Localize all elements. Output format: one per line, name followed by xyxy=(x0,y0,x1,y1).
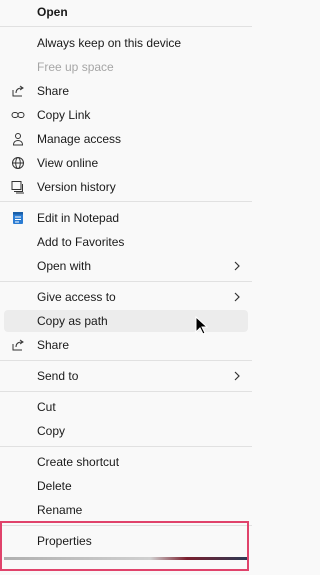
menu-item-label: View online xyxy=(37,156,99,170)
menu-item-copy[interactable]: Copy xyxy=(4,420,248,442)
menu-separator xyxy=(0,391,252,392)
share-icon xyxy=(11,338,25,352)
menu-item-copy-as-path[interactable]: Copy as path xyxy=(4,310,248,332)
menu-item-label: Copy Link xyxy=(37,108,91,122)
menu-separator xyxy=(0,201,252,202)
link-icon xyxy=(11,108,25,122)
menu-item-manage-access[interactable]: Manage access xyxy=(4,128,248,150)
menu-item-share-onedrive[interactable]: Share xyxy=(4,80,248,102)
menu-item-free-up-space: Free up space xyxy=(4,56,248,78)
menu-item-open-with[interactable]: Open with xyxy=(4,255,248,277)
menu-item-label: Copy xyxy=(37,424,66,438)
menu-item-label: Delete xyxy=(37,479,72,493)
menu-item-label: Always keep on this device xyxy=(37,36,182,50)
menu-item-label: Add to Favorites xyxy=(37,235,125,249)
menu-item-add-favorites[interactable]: Add to Favorites xyxy=(4,231,248,253)
notepad-icon xyxy=(11,211,25,225)
menu-item-label: Share xyxy=(37,338,70,352)
menu-item-edit-notepad[interactable]: Edit in Notepad xyxy=(4,207,248,229)
menu-item-label: Create shortcut xyxy=(37,455,120,469)
person-icon xyxy=(11,132,25,146)
chevron-right-icon xyxy=(232,370,242,381)
properties-highlight-box xyxy=(0,521,249,571)
menu-item-label: Share xyxy=(37,84,70,98)
menu-item-copy-link[interactable]: Copy Link xyxy=(4,104,248,126)
menu-item-label: Manage access xyxy=(37,132,122,146)
menu-item-label: Open xyxy=(37,5,68,19)
menu-item-open[interactable]: Open xyxy=(4,1,248,23)
menu-item-always-keep[interactable]: Always keep on this device xyxy=(4,32,248,54)
globe-icon xyxy=(11,156,25,170)
menu-item-label: Give access to xyxy=(37,290,116,304)
menu-item-view-online[interactable]: View online xyxy=(4,152,248,174)
menu-item-label: Rename xyxy=(37,503,83,517)
menu-separator xyxy=(0,446,252,447)
menu-item-label: Send to xyxy=(37,369,79,383)
menu-item-label: Version history xyxy=(37,180,116,194)
menu-item-label: Edit in Notepad xyxy=(37,211,120,225)
version-history-icon xyxy=(11,180,25,194)
menu-item-cut[interactable]: Cut xyxy=(4,396,248,418)
menu-item-delete[interactable]: Delete xyxy=(4,475,248,497)
menu-item-rename[interactable]: Rename xyxy=(4,499,248,521)
context-menu: Open Always keep on this device Free up … xyxy=(0,0,252,575)
menu-separator xyxy=(0,360,252,361)
menu-item-label: Free up space xyxy=(37,60,114,74)
share-icon xyxy=(11,84,25,98)
mouse-cursor-icon xyxy=(195,315,209,336)
menu-item-label: Open with xyxy=(37,259,92,273)
chevron-right-icon xyxy=(232,291,242,302)
menu-separator xyxy=(0,281,252,282)
chevron-right-icon xyxy=(232,260,242,271)
menu-item-version-history[interactable]: Version history xyxy=(4,176,248,198)
menu-item-give-access[interactable]: Give access to xyxy=(4,286,248,308)
menu-item-send-to[interactable]: Send to xyxy=(4,365,248,387)
menu-item-share[interactable]: Share xyxy=(4,334,248,356)
menu-item-label: Cut xyxy=(37,400,56,414)
menu-item-label: Copy as path xyxy=(37,314,108,328)
menu-item-create-shortcut[interactable]: Create shortcut xyxy=(4,451,248,473)
menu-separator xyxy=(0,26,252,27)
